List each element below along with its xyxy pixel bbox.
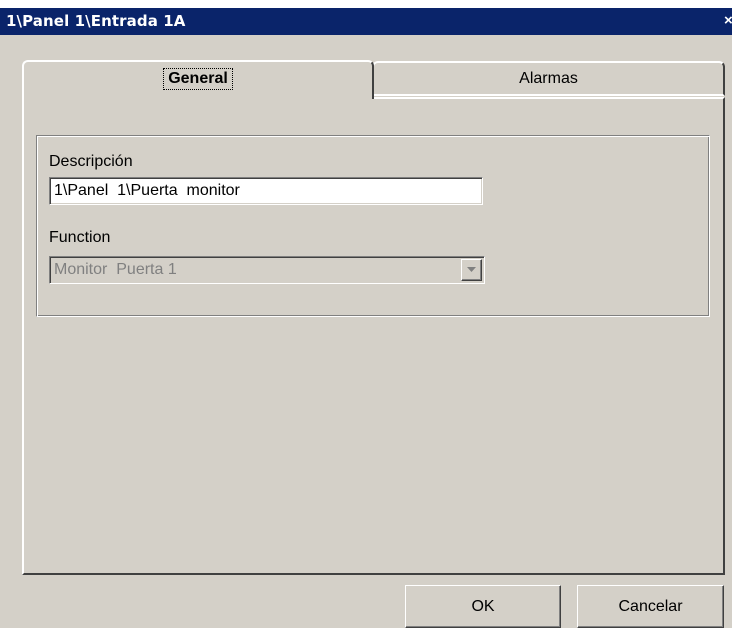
tab-alarmas-label: Alarmas: [519, 70, 578, 87]
title-bar: 1\Panel 1\Entrada 1A ×: [0, 8, 732, 35]
function-select[interactable]: Monitor Puerta 1: [49, 256, 485, 284]
function-label: Function: [49, 229, 111, 246]
function-select-value: Monitor Puerta 1: [54, 261, 177, 278]
cancel-button[interactable]: Cancelar: [577, 585, 724, 628]
description-field[interactable]: 1\Panel 1\Puerta monitor: [49, 177, 483, 205]
chevron-down-icon: [467, 267, 476, 272]
ok-button[interactable]: OK: [405, 585, 561, 628]
dropdown-button[interactable]: [461, 259, 482, 281]
tab-general-label: General: [163, 68, 233, 90]
window-title: 1\Panel 1\Entrada 1A: [6, 12, 186, 30]
close-icon[interactable]: ×: [724, 12, 732, 30]
tab-alarmas[interactable]: Alarmas: [372, 61, 725, 96]
group-box: [36, 135, 710, 317]
description-label: Descripción: [49, 153, 133, 170]
screen-top-strip: [0, 0, 732, 8]
tab-general[interactable]: General: [22, 60, 374, 99]
general-tab-panel: Descripción 1\Panel 1\Puerta monitor Fun…: [22, 97, 725, 575]
